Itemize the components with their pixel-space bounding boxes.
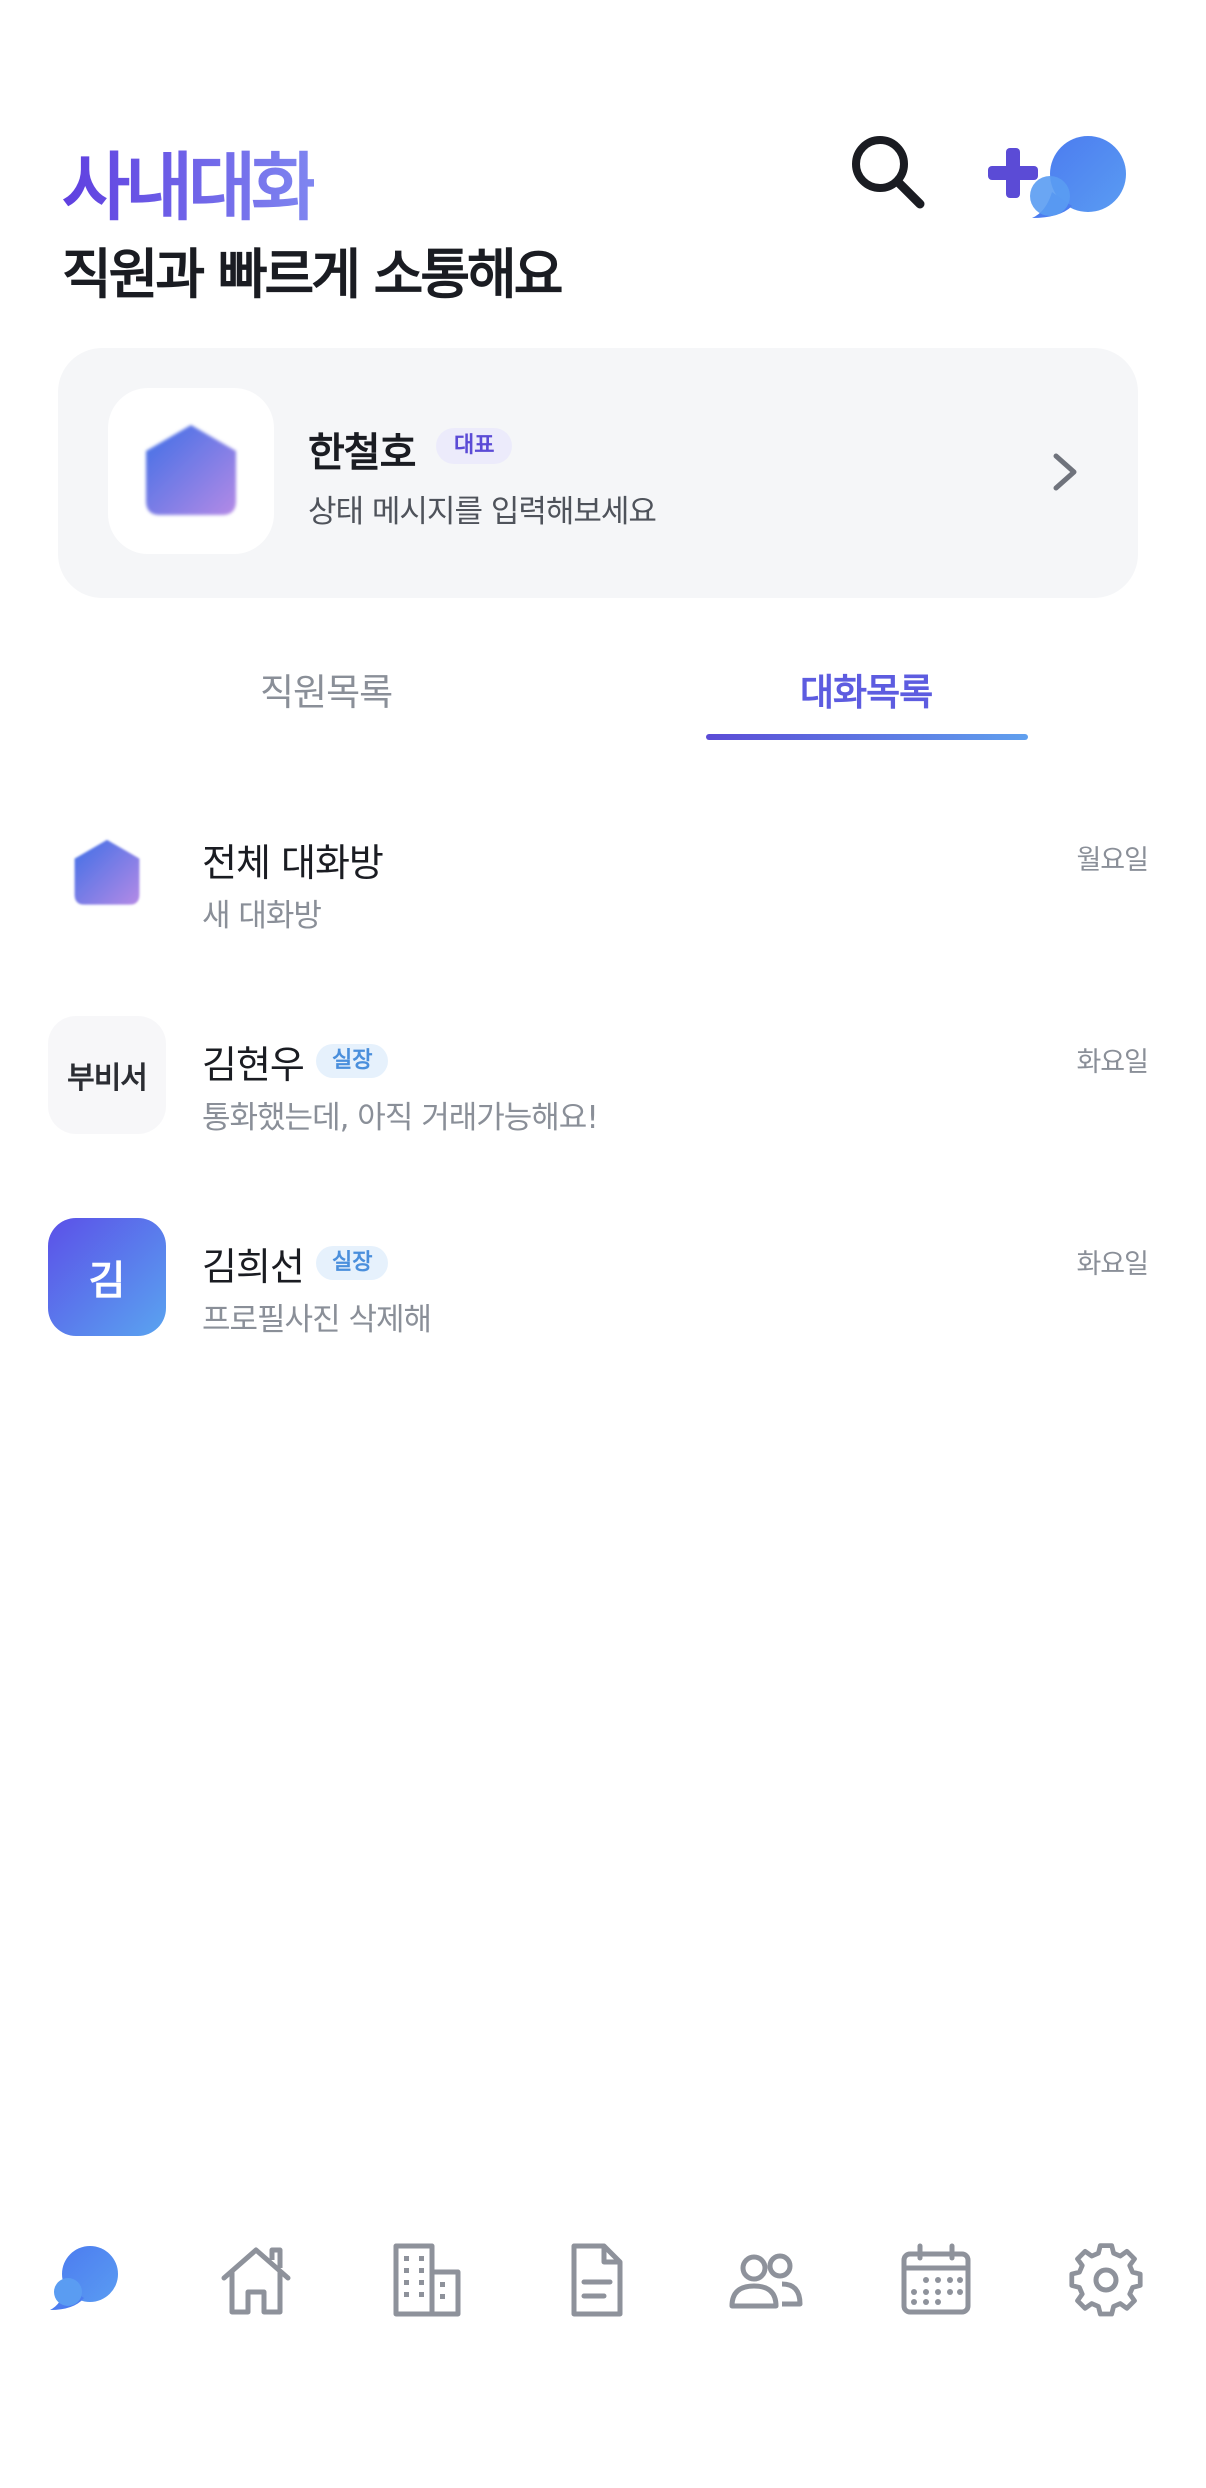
new-chat-icon: [988, 136, 1126, 218]
chat-icon: [50, 2246, 118, 2310]
calendar-icon: [901, 2243, 971, 2315]
search-icon: [852, 136, 925, 209]
active-tab-indicator: [706, 734, 1028, 740]
nav-home[interactable]: [196, 2220, 316, 2340]
tab-staff-list[interactable]: 직원목록: [260, 662, 393, 716]
avatar: 부비서: [48, 1016, 166, 1134]
chat-name: 전체 대화방: [202, 841, 384, 885]
chat-timestamp: 화요일: [1076, 1249, 1149, 1280]
chat-last-message: 프로필사진 삭제해: [202, 1302, 432, 1338]
page-title: 사내대화: [62, 128, 319, 235]
chat-last-message: 통화했는데, 아직 거래가능해요!: [202, 1100, 599, 1136]
header: 사내대화 직원과 빠르게 소통해요: [0, 0, 1206, 320]
new-chat-button[interactable]: [980, 126, 1130, 226]
role-badge: 대표: [436, 428, 513, 464]
company-logo-icon: [146, 425, 236, 515]
list-item[interactable]: 전체 대화방 새 대화방 월요일: [0, 790, 1206, 960]
bottom-navigation: [0, 2220, 1206, 2380]
chat-timestamp: 화요일: [1076, 1047, 1149, 1078]
company-logo-icon: [74, 839, 140, 905]
page-subtitle: 직원과 빠르게 소통해요: [62, 243, 563, 306]
chevron-right-icon: [1053, 453, 1077, 491]
list-item[interactable]: 부비서 김현우 실장 통화했는데, 아직 거래가능해요! 화요일: [0, 992, 1206, 1162]
chat-name: 김현우: [202, 1043, 305, 1087]
settings-icon: [1069, 2243, 1143, 2317]
tab-chat-list[interactable]: 대화목록: [800, 662, 933, 716]
profile-name: 한철호: [308, 430, 416, 476]
nav-people[interactable]: [706, 2220, 826, 2340]
chat-timestamp: 월요일: [1076, 845, 1149, 876]
nav-company[interactable]: [366, 2220, 486, 2340]
document-icon: [571, 2243, 623, 2317]
nav-settings[interactable]: [1046, 2220, 1166, 2340]
nav-chat[interactable]: [26, 2220, 146, 2340]
avatar: [108, 388, 274, 554]
avatar: 김: [48, 1218, 166, 1336]
search-button[interactable]: [846, 130, 930, 214]
role-badge: 실장: [316, 1044, 389, 1078]
people-icon: [729, 2253, 803, 2309]
role-badge: 실장: [316, 1246, 389, 1280]
avatar: [48, 814, 166, 932]
chat-name: 김희선: [202, 1245, 305, 1289]
status-message-prompt: 상태 메시지를 입력해보세요: [308, 494, 657, 530]
tab-bar: 직원목록 대화목록: [0, 640, 1206, 740]
nav-calendar[interactable]: [876, 2220, 996, 2340]
list-item[interactable]: 김 김희선 실장 프로필사진 삭제해 화요일: [0, 1194, 1206, 1364]
home-icon: [221, 2247, 291, 2315]
building-icon: [393, 2243, 461, 2317]
nav-documents[interactable]: [536, 2220, 656, 2340]
my-profile-card[interactable]: 한철호 대표 상태 메시지를 입력해보세요: [58, 348, 1138, 598]
chat-last-message: 새 대화방: [202, 898, 322, 934]
